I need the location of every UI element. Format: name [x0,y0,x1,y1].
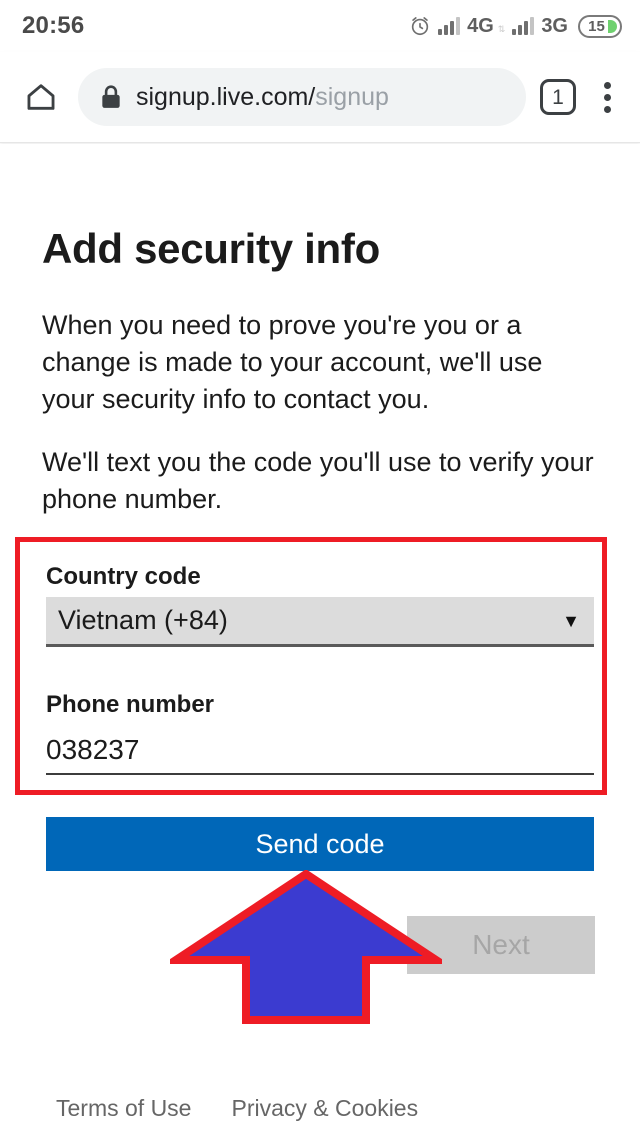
home-icon[interactable] [14,70,68,124]
verify-paragraph: We'll text you the code you'll use to ve… [42,447,594,514]
alarm-clock-icon [409,15,431,37]
page-content: Add security info When you need to prove… [0,144,640,1137]
footer-links: Terms of Use Privacy & Cookies [56,1097,418,1120]
overflow-menu-icon[interactable] [588,75,626,119]
battery-level-label: 15 [588,17,605,35]
browser-toolbar: signup.live.com/signup 1 [0,52,640,143]
up-arrow-annotation-icon [170,870,442,1024]
status-clock: 20:56 [22,12,85,39]
phone-number-label: Phone number [46,691,215,718]
country-code-label: Country code [46,563,201,590]
terms-of-use-link[interactable]: Terms of Use [56,1097,191,1120]
page-title: Add security info [42,225,380,272]
phone-number-input[interactable]: 038237 [46,727,594,775]
signal-bars-sim1-icon [438,17,461,35]
phone-number-value: 038237 [46,734,140,765]
chevron-down-icon: ▼ [562,610,580,631]
tab-count-label: 1 [552,85,564,109]
privacy-cookies-link[interactable]: Privacy & Cookies [231,1097,418,1120]
battery-fill [608,19,617,33]
url-path: signup [315,84,389,110]
country-code-value: Vietnam (+84) [58,605,228,635]
intro-paragraph: When you need to prove you're you or a c… [42,310,543,414]
lock-icon [100,84,122,110]
status-icons-group: 4G ⇅ 3G 15 [409,14,622,38]
status-bar: 20:56 4G ⇅ 3G 15 [0,0,640,52]
network-type-sim1: 4G [467,15,494,37]
network-type-sim2: 3G [541,15,568,37]
next-button[interactable]: Next [407,916,595,974]
url-domain: signup.live.com/ [136,84,316,110]
send-code-label: Send code [255,828,385,859]
country-code-select[interactable]: Vietnam (+84) ▼ [46,597,594,647]
signal-bars-sim2-icon [512,17,535,35]
url-bar[interactable]: signup.live.com/signup [78,68,526,126]
send-code-button[interactable]: Send code [46,817,594,871]
battery-icon: 15 [578,14,622,38]
tab-counter-button[interactable]: 1 [540,79,576,115]
next-label: Next [472,929,530,960]
data-transfer-arrows-icon: ⇅ [497,23,506,34]
url-text: signup.live.com/signup [136,85,389,110]
